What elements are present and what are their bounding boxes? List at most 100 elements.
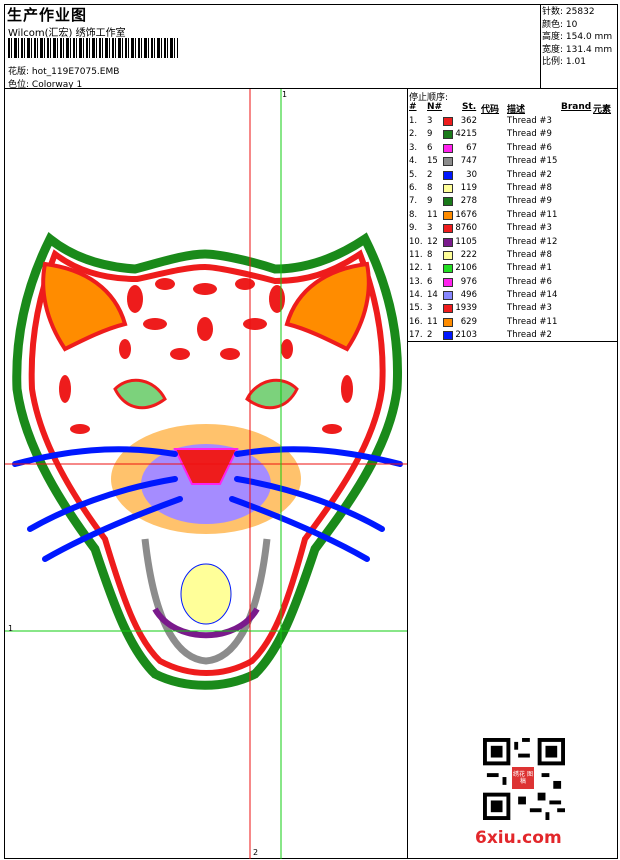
- sequence-row: 15. 3 1939 Thread #3: [409, 302, 617, 315]
- color-swatch: [443, 277, 453, 287]
- row-desc: Thread #14: [507, 290, 558, 301]
- color-swatch: [443, 210, 453, 220]
- stat-stitches: 针数: 25832: [542, 7, 595, 17]
- sequence-row: 8. 11 1676 Thread #11: [409, 209, 617, 222]
- row-stitches: 2103: [455, 330, 477, 341]
- col-st: St.: [462, 102, 477, 112]
- row-num: 1.: [409, 116, 418, 126]
- row-stitches: 747: [460, 156, 477, 167]
- color-swatch: [443, 304, 453, 314]
- color-swatch: [443, 143, 453, 153]
- row-desc: Thread #9: [507, 196, 552, 207]
- sequence-row: 17. 2 2103 Thread #2: [409, 329, 617, 342]
- row-stitches: 1105: [455, 236, 477, 247]
- row-num: 14.: [409, 290, 423, 301]
- row-desc: Thread #11: [507, 316, 558, 327]
- sequence-row: 10. 12 1105 Thread #12: [409, 236, 617, 249]
- row-num: 11.: [409, 249, 423, 260]
- row-n: 2: [427, 169, 433, 180]
- color-swatch: [443, 157, 453, 167]
- color-swatch: [443, 197, 453, 207]
- row-n: 9: [427, 129, 433, 140]
- color-swatch: [443, 331, 453, 341]
- row-desc: Thread #6: [507, 142, 552, 153]
- barcode: [8, 38, 178, 58]
- guide-label-left: 1: [8, 624, 14, 633]
- row-desc: Thread #12: [507, 236, 558, 247]
- row-num: 17.: [409, 330, 423, 341]
- guide-label-top: 1: [282, 90, 288, 99]
- row-num: 10.: [409, 236, 423, 247]
- design-stats: 针数: 25832 颜色: 10 高度: 154.0 mm 宽度: 131.4 …: [542, 6, 612, 69]
- guide-label-bottom: 2: [253, 848, 259, 857]
- row-stitches: 496: [460, 290, 477, 301]
- color-swatch: [443, 170, 453, 180]
- sequence-header: # N# St. 代码 描述 Brand 元素: [409, 102, 617, 115]
- row-n: 6: [427, 142, 433, 153]
- row-desc: Thread #1: [507, 263, 552, 274]
- row-stitches: 4215: [455, 129, 477, 140]
- row-n: 2: [427, 330, 433, 341]
- stat-scale: 比例: 1.01: [542, 57, 586, 67]
- row-stitches: 119: [460, 182, 477, 193]
- row-desc: Thread #11: [507, 209, 558, 220]
- color-swatch: [443, 183, 453, 193]
- mouth-inner: [180, 563, 232, 625]
- col-desc: 描述: [507, 105, 526, 115]
- row-num: 12.: [409, 263, 423, 274]
- sequence-row: 1. 3 362 Thread #3: [409, 115, 617, 128]
- sequence-row: 2. 9 4215 Thread #9: [409, 128, 617, 141]
- row-stitches: 222: [460, 249, 477, 260]
- row-n: 14: [427, 290, 438, 301]
- design-file: hot_119E7075.EMB: [31, 67, 120, 77]
- row-n: 8: [427, 182, 433, 193]
- row-stitches: 278: [460, 196, 477, 207]
- color-swatch: [443, 291, 453, 301]
- stats-divider: [540, 4, 541, 88]
- row-num: 8.: [409, 209, 418, 220]
- studio-name: Wilcom(汇宏) 绣饰工作室: [8, 28, 126, 39]
- sequence-row: 7. 9 278 Thread #9: [409, 195, 617, 208]
- row-num: 6.: [409, 182, 418, 193]
- col-code: 代码: [481, 105, 500, 115]
- color-swatch: [443, 130, 453, 140]
- row-desc: Thread #3: [507, 223, 552, 234]
- row-stitches: 1676: [455, 209, 477, 220]
- stat-colors: 颜色: 10: [542, 19, 578, 30]
- row-n: 11: [427, 209, 438, 220]
- row-desc: Thread #6: [507, 276, 552, 287]
- row-desc: Thread #2: [507, 330, 552, 341]
- row-num: 16.: [409, 316, 423, 327]
- row-num: 4.: [409, 156, 418, 167]
- row-n: 3: [427, 303, 433, 314]
- sequence-row: 12. 1 2106 Thread #1: [409, 262, 617, 275]
- col-n: N#: [427, 102, 443, 112]
- row-stitches: 67: [466, 142, 477, 153]
- row-desc: Thread #9: [507, 129, 552, 140]
- sequence-row: 4. 15 747 Thread #15: [409, 155, 617, 168]
- sequence-row: 11. 8 222 Thread #8: [409, 249, 617, 262]
- row-desc: Thread #15: [507, 156, 558, 167]
- sequence-row: 3. 6 67 Thread #6: [409, 142, 617, 155]
- row-num: 13.: [409, 276, 423, 287]
- sequence-rows: 1. 3 362 Thread #3 2. 9 4215 Thread #9 3. 6 67 Thre…: [409, 115, 617, 343]
- row-n: 15: [427, 156, 438, 167]
- row-n: 12: [427, 236, 438, 247]
- col-num: #: [409, 102, 417, 112]
- row-desc: Thread #8: [507, 249, 552, 260]
- col-elem: 元素: [593, 105, 612, 115]
- row-n: 3: [427, 223, 433, 234]
- qr-stamp: 绣花 图稿: [511, 766, 535, 790]
- page-title: 生产作业图: [7, 6, 88, 24]
- color-swatch: [443, 264, 453, 274]
- row-stitches: 629: [460, 316, 477, 327]
- row-stitches: 976: [460, 276, 477, 287]
- row-desc: Thread #3: [507, 116, 552, 126]
- row-stitches: 362: [460, 116, 477, 126]
- design-label: 花版:: [8, 67, 30, 77]
- stat-width: 宽度: 131.4 mm: [542, 44, 613, 55]
- row-stitches: 1939: [455, 303, 477, 314]
- color-swatch: [443, 317, 453, 327]
- row-desc: Thread #3: [507, 303, 552, 314]
- row-n: 6: [427, 276, 433, 287]
